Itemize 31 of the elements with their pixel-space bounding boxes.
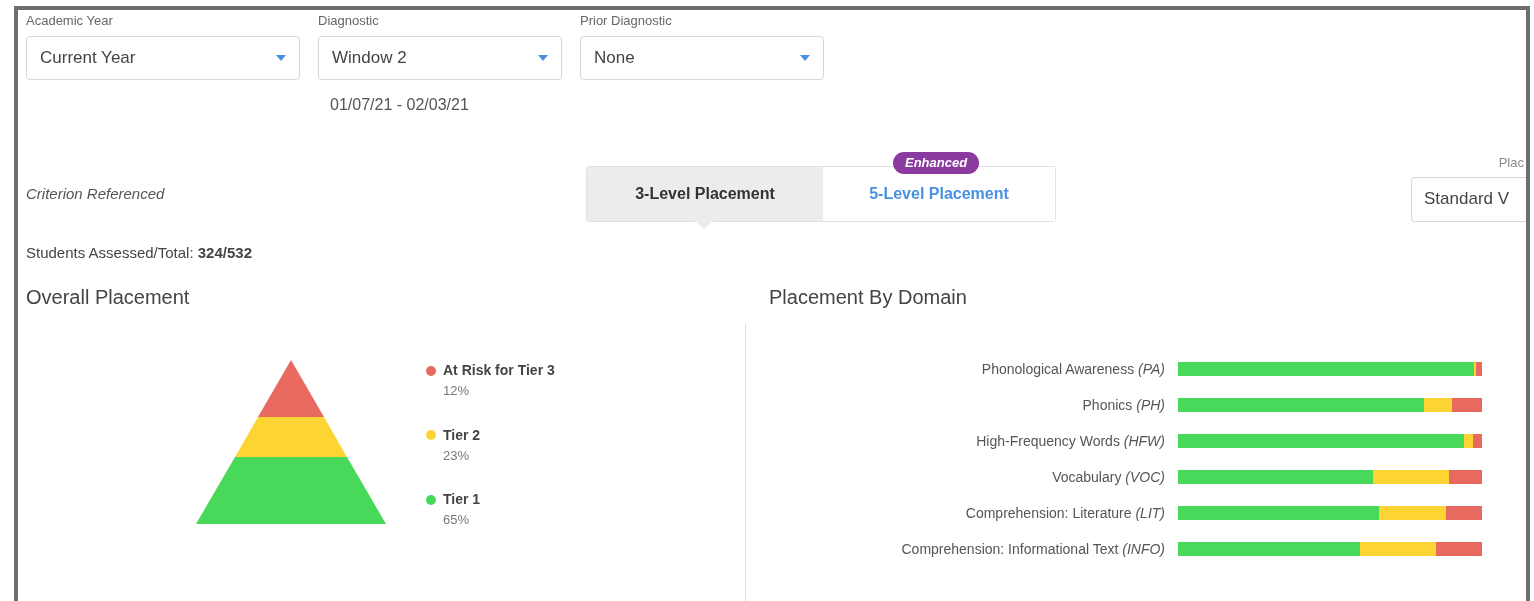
- legend-percent: 12%: [442, 382, 471, 400]
- domain-label: Phonics (PH): [1081, 395, 1166, 415]
- pointer-icon: [695, 220, 713, 229]
- legend-label: Tier 2: [443, 425, 481, 445]
- caret-icon: [800, 55, 810, 61]
- dropdown[interactable]: Standard V: [1411, 176, 1526, 222]
- legend-percent: 23%: [442, 446, 471, 465]
- students-count: Students Assessed/Total: 324/532: [25, 242, 253, 263]
- legend-label: At Risk for Tier 3: [443, 361, 555, 380]
- date-range: 01/07/21 - 02/03/21: [330, 95, 470, 115]
- caret-icon: [276, 55, 286, 61]
- legend-percent: 65%: [442, 511, 471, 529]
- field-label: Plac: [1498, 154, 1525, 172]
- domain-label: Vocabulary (VOC): [1051, 467, 1166, 487]
- enhanced-badge: Enhanced: [893, 151, 980, 174]
- field-label: Prior Diagnostic: [580, 12, 673, 30]
- domain-label: Phonological Awareness (PA): [980, 359, 1166, 379]
- legend-label: Tier 1: [443, 490, 481, 509]
- dropdown[interactable]: Window 2: [318, 36, 562, 80]
- domain-label: High-Frequency Words (HFW): [975, 431, 1166, 451]
- dropdown[interactable]: None: [580, 36, 824, 80]
- scale-label: Criterion Referenced: [26, 184, 166, 204]
- placement-tab[interactable]: 3-Level Placement: [587, 166, 823, 221]
- field-label: Diagnostic: [318, 12, 380, 30]
- dropdown[interactable]: Current Year: [26, 36, 300, 80]
- caret-icon: [538, 55, 548, 61]
- domain-label: Comprehension: Informational Text (INFO): [900, 539, 1166, 559]
- domain-label: Comprehension: Literature (LIT): [964, 503, 1166, 523]
- section-title: Overall Placement: [25, 285, 191, 310]
- field-label: Academic Year: [26, 12, 114, 30]
- section-title: Placement By Domain: [768, 285, 968, 310]
